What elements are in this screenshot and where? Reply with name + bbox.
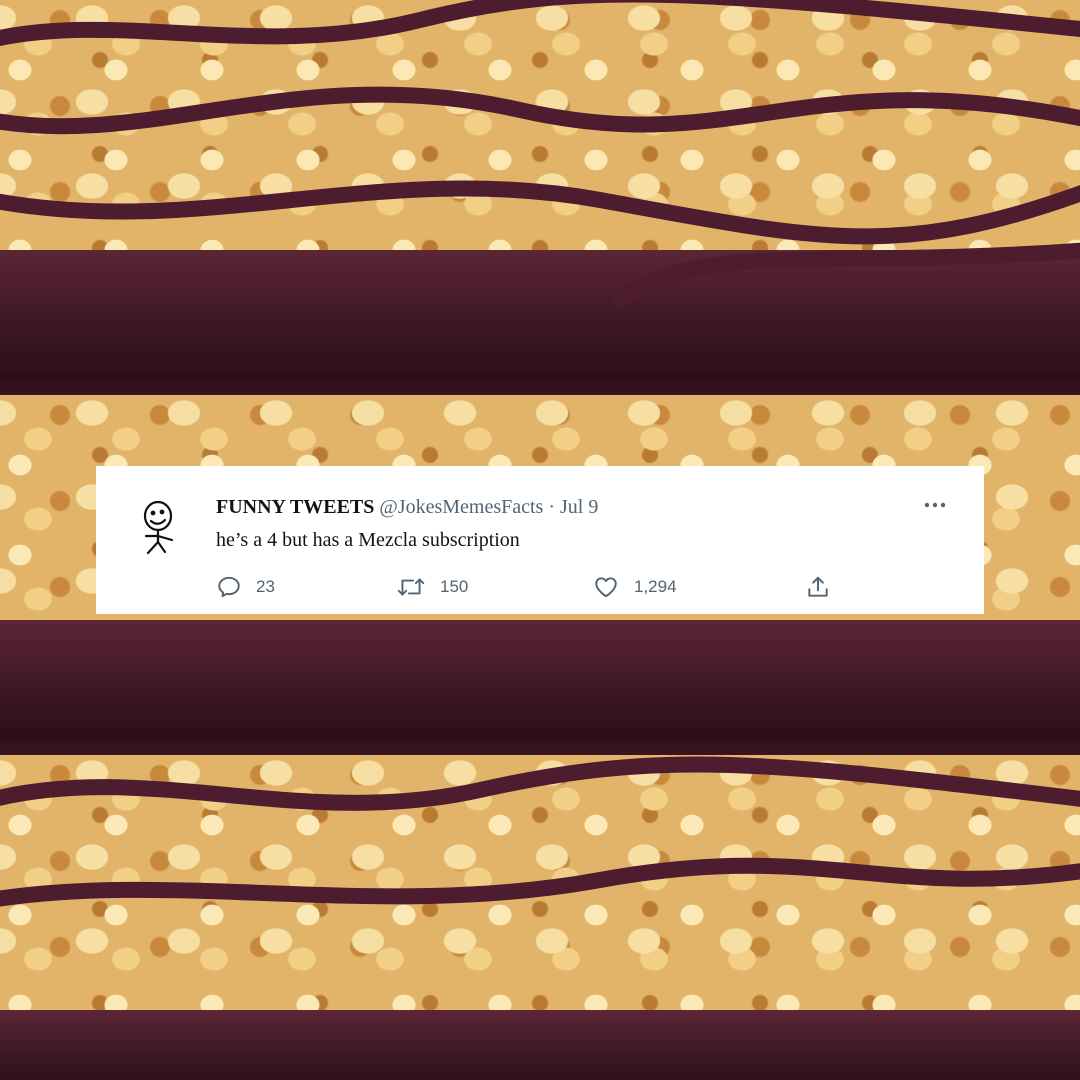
like-count: 1,294 [634, 577, 677, 596]
reply-count: 23 [256, 577, 275, 596]
heart-icon [595, 577, 617, 598]
tweet-text: he’s a 4 but has a Mezcla subscription [216, 529, 520, 551]
handle[interactable]: @JokesMemesFacts [379, 496, 543, 518]
more-horizontal-icon[interactable] [922, 492, 948, 524]
reply-button[interactable]: 23 [216, 572, 275, 602]
retweet-count: 150 [440, 577, 469, 596]
reply-icon [218, 576, 240, 598]
like-button[interactable]: 1,294 [592, 572, 677, 602]
tweet-date[interactable]: Jul 9 [560, 496, 598, 518]
tweet-header: FUNNY TWEETS @JokesMemesFacts · Jul 9 [216, 494, 598, 520]
retweet-icon [397, 578, 425, 596]
retweet-button[interactable]: 150 [396, 572, 468, 602]
separator: · [548, 496, 556, 518]
share-button[interactable] [805, 572, 831, 602]
display-name[interactable]: FUNNY TWEETS [216, 496, 374, 518]
share-icon [808, 576, 828, 597]
stick-figure-avatar[interactable] [128, 496, 192, 560]
